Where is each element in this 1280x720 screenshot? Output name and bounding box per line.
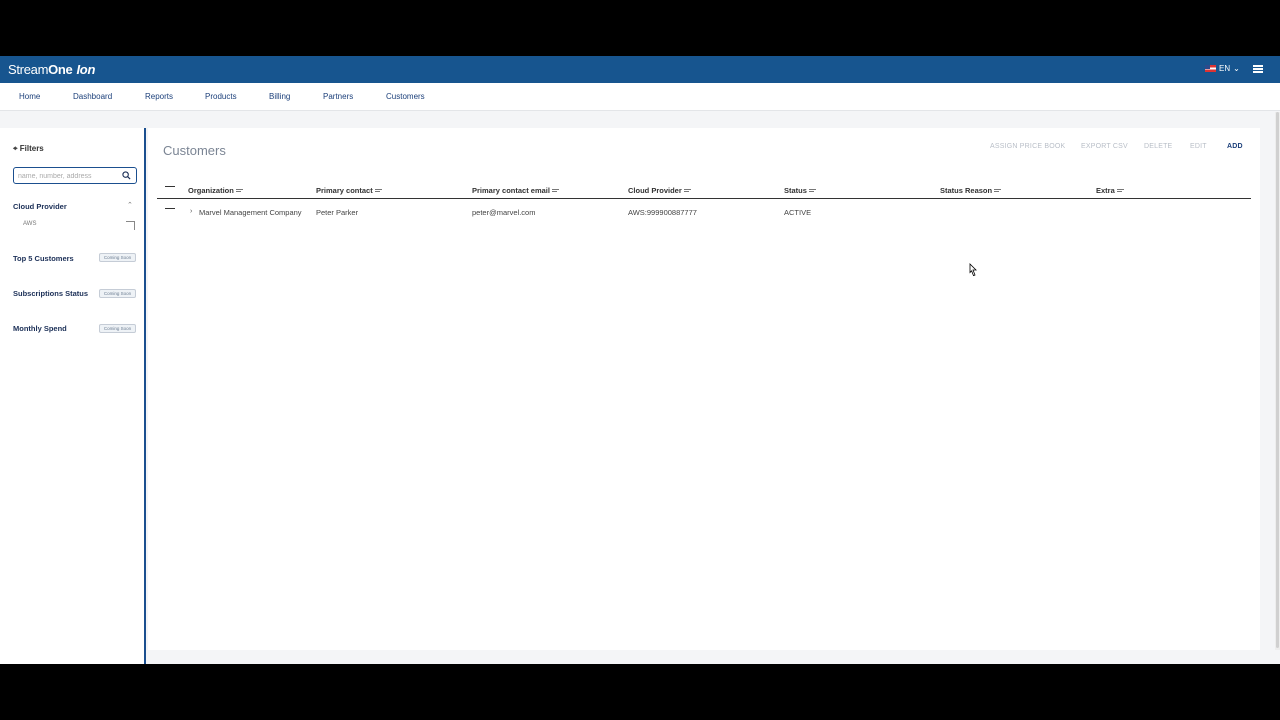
cloud-provider-option-aws: AWS — [23, 221, 37, 227]
sort-icon[interactable] — [235, 189, 243, 193]
language-selector[interactable]: EN ⌄ — [1205, 64, 1240, 73]
sort-icon[interactable] — [1116, 189, 1124, 193]
search-field[interactable] — [13, 167, 137, 184]
search-input[interactable] — [18, 171, 118, 181]
nav-customers[interactable]: Customers — [386, 92, 425, 101]
select-all-checkbox[interactable] — [165, 186, 175, 187]
column-label: Cloud Provider — [628, 186, 682, 195]
chevron-down-icon: ⌄ — [1233, 64, 1240, 73]
assign-price-book-button[interactable]: ASSIGN PRICE BOOK — [990, 143, 1065, 150]
nav-reports[interactable]: Reports — [145, 92, 173, 101]
chevron-up-icon[interactable]: ⌃ — [127, 201, 133, 209]
sort-icon[interactable] — [551, 189, 559, 193]
top-bar: StreamOne Ion EN ⌄ — [0, 56, 1280, 83]
nav-dashboard[interactable]: Dashboard — [73, 92, 112, 101]
coming-soon-badge: Coming Soon — [99, 324, 136, 333]
column-header-status[interactable]: Status — [784, 186, 816, 195]
us-flag-icon — [1205, 65, 1216, 72]
column-header-cloud-provider[interactable]: Cloud Provider — [628, 186, 691, 195]
nav-billing[interactable]: Billing — [269, 92, 290, 101]
export-csv-button[interactable]: EXPORT CSV — [1081, 143, 1128, 150]
brand-text-one: One — [48, 62, 73, 77]
sort-icon[interactable] — [374, 189, 382, 193]
cell-organization: Marvel Management Company — [199, 208, 302, 217]
coming-soon-badge: Coming Soon — [99, 253, 136, 262]
cell-primary-contact: Peter Parker — [316, 208, 359, 217]
column-label: Extra — [1096, 186, 1115, 195]
monthly-spend-heading: Monthly Spend — [13, 324, 67, 333]
coming-soon-badge: Coming Soon — [99, 289, 136, 298]
sort-icon[interactable] — [808, 189, 816, 193]
column-header-primary-contact-email[interactable]: Primary contact email — [472, 186, 559, 195]
customers-panel: Customers ASSIGN PRICE BOOK EXPORT CSV D… — [148, 128, 1260, 650]
nav-products[interactable]: Products — [205, 92, 237, 101]
add-button[interactable]: ADD — [1227, 143, 1243, 150]
chevron-right-icon[interactable]: › — [190, 208, 192, 215]
table-row[interactable]: › Marvel Management Company Peter Parker… — [157, 203, 1251, 223]
column-header-primary-contact[interactable]: Primary contact — [316, 186, 382, 195]
brand-text-ion: Ion — [76, 62, 96, 77]
app-screen: StreamOne Ion EN ⌄ Home Dashboard Reports… — [0, 56, 1280, 664]
row-checkbox[interactable] — [165, 208, 175, 209]
cloud-provider-heading[interactable]: Cloud Provider — [13, 202, 67, 211]
column-header-organization[interactable]: Organization — [188, 186, 243, 195]
column-label: Primary contact email — [472, 186, 550, 195]
filters-label: Filters — [19, 144, 44, 153]
column-label: Organization — [188, 186, 234, 195]
filter-icon: ⌖ — [13, 144, 18, 153]
brand-logo[interactable]: StreamOne Ion — [8, 62, 95, 77]
filters-heading: ⌖ Filters — [13, 144, 44, 154]
table-header: Organization Primary contact Primary con… — [157, 178, 1251, 199]
nav-home[interactable]: Home — [19, 92, 40, 101]
delete-button[interactable]: DELETE — [1144, 143, 1172, 150]
column-label: Status Reason — [940, 186, 993, 195]
cell-cloud-provider: AWS:999900887777 — [628, 208, 697, 217]
aws-checkbox[interactable] — [126, 221, 135, 230]
search-icon[interactable] — [122, 171, 131, 180]
sort-icon[interactable] — [994, 189, 1002, 193]
subscriptions-status-heading: Subscriptions Status — [13, 289, 89, 298]
sort-icon[interactable] — [683, 189, 691, 193]
filter-sidebar: ⌖ Filters Cloud Provider ⌃ AWS Top 5 Cus… — [0, 128, 146, 664]
cell-status: ACTIVE — [784, 208, 812, 217]
scrollbar-thumb[interactable] — [1276, 112, 1279, 648]
cell-primary-contact-email: peter@marvel.com — [472, 208, 536, 217]
nav-partners[interactable]: Partners — [323, 92, 353, 101]
column-label: Primary contact — [316, 186, 373, 195]
edit-button[interactable]: EDIT — [1190, 143, 1207, 150]
language-label: EN — [1219, 64, 1231, 73]
mouse-cursor-icon — [969, 263, 977, 277]
hamburger-menu-icon[interactable] — [1253, 65, 1263, 73]
column-header-extra[interactable]: Extra — [1096, 186, 1124, 195]
top-customers-heading: Top 5 Customers — [13, 254, 74, 263]
main-navigation: Home Dashboard Reports Products Billing … — [0, 83, 1280, 111]
column-header-status-reason[interactable]: Status Reason — [940, 186, 1002, 195]
page-title: Customers — [163, 143, 226, 158]
brand-text-stream: Stream — [8, 62, 49, 77]
column-label: Status — [784, 186, 807, 195]
